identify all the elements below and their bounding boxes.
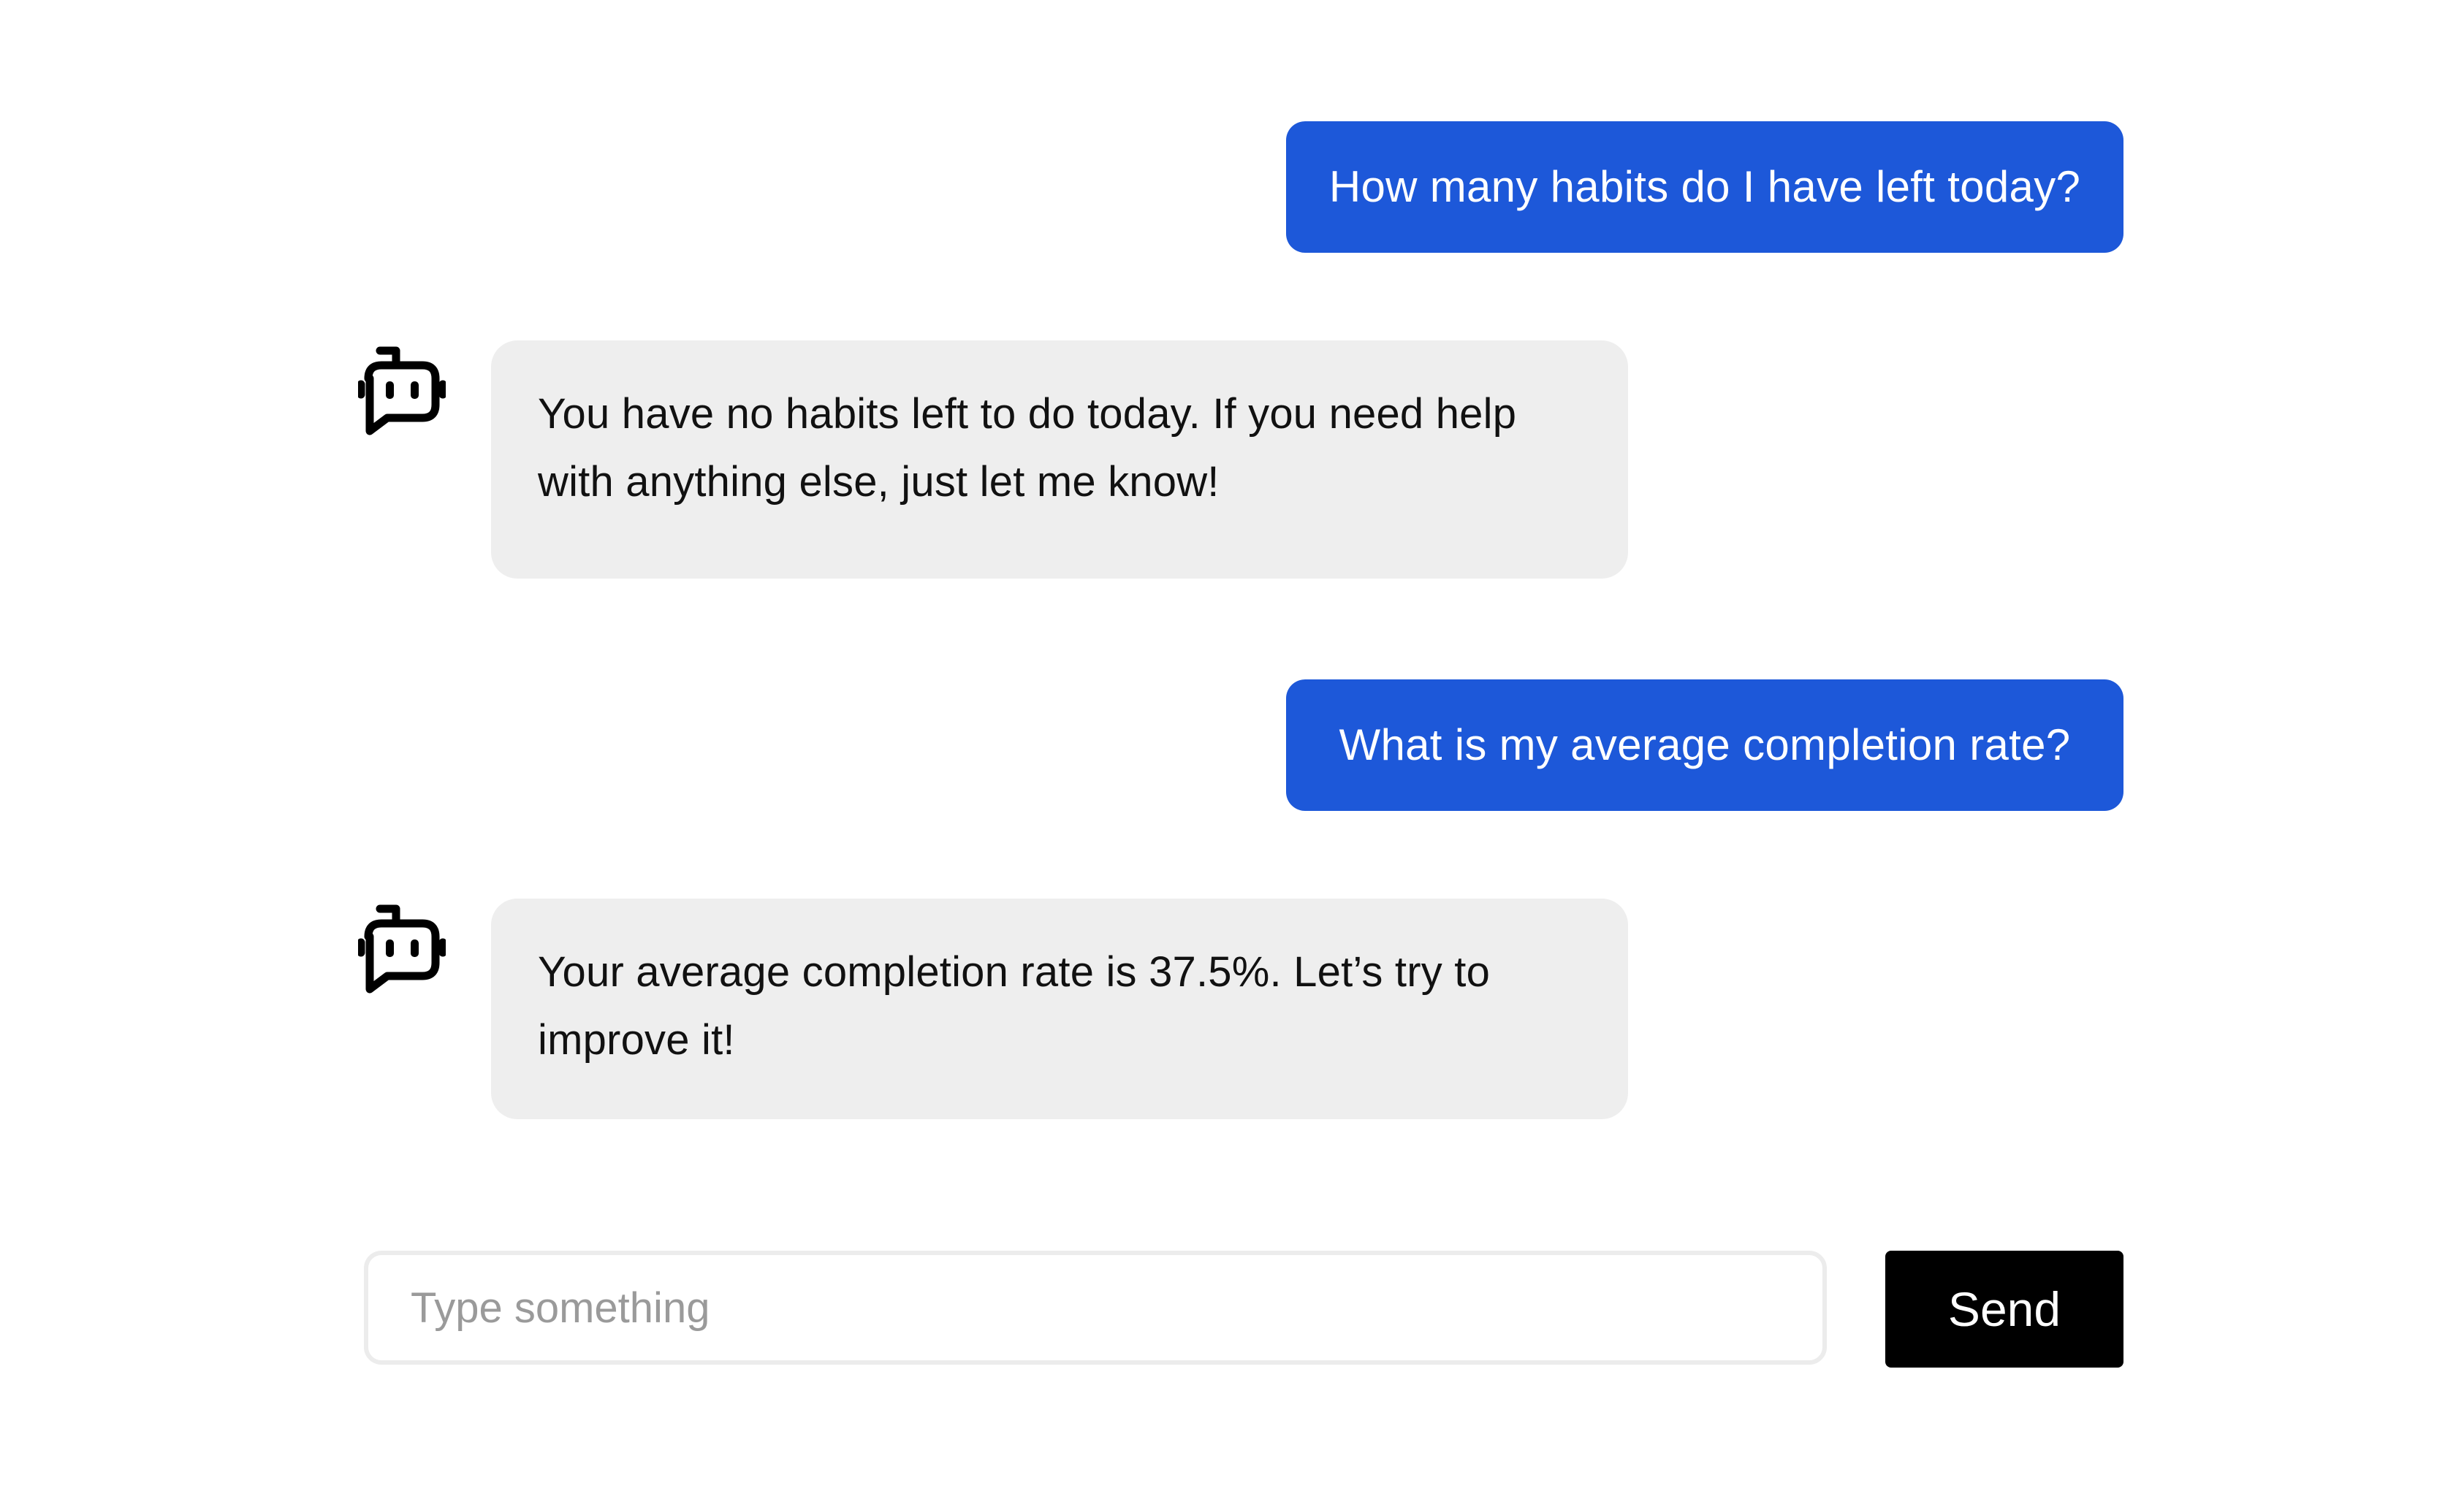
robot-chat-icon [357, 903, 447, 994]
message-input[interactable] [364, 1251, 1827, 1365]
chat-window: How many habits do I have left today? Yo… [0, 0, 2464, 1502]
robot-chat-icon [357, 345, 447, 435]
user-message-text: How many habits do I have left today? [1328, 162, 2081, 211]
bot-message-text: You have no habits left to do today. If … [538, 390, 1517, 506]
user-message-bubble: How many habits do I have left today? [1286, 121, 2123, 253]
bot-message-bubble: You have no habits left to do today. If … [491, 340, 1628, 579]
user-message-bubble: What is my average completion rate? [1286, 679, 2123, 811]
send-button[interactable]: Send [1885, 1251, 2123, 1368]
bot-message-text: Your average completion rate is 37.5%. L… [538, 948, 1491, 1064]
bot-message-bubble: Your average completion rate is 37.5%. L… [491, 899, 1628, 1119]
user-message-text: What is my average completion rate? [1339, 720, 2071, 769]
